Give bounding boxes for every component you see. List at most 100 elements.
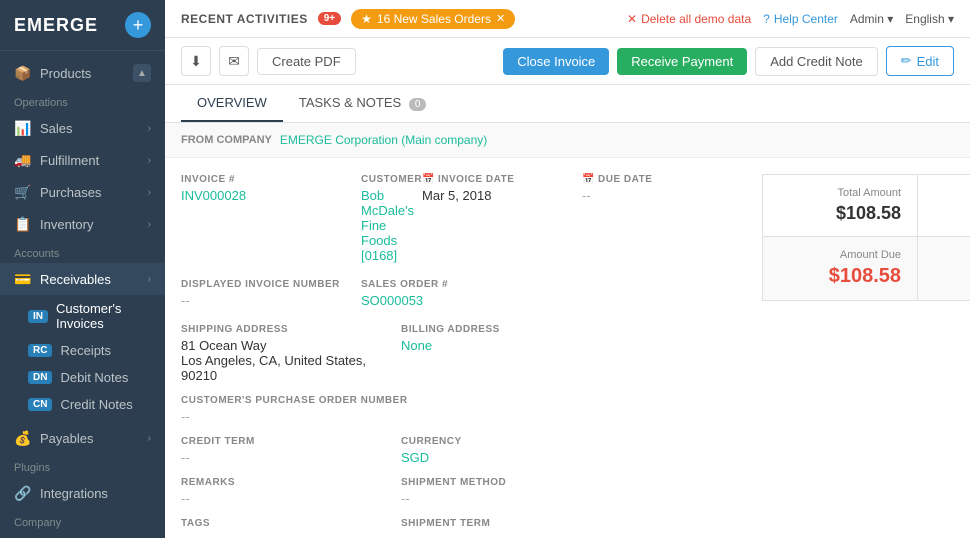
- sidebar-sub-receipts[interactable]: RC Receipts: [0, 337, 165, 364]
- displayed-invoice-label: DISPLAYED INVOICE NUMBER: [181, 279, 361, 290]
- edit-icon: ✏: [901, 53, 912, 69]
- plugins-section-label: Plugins: [0, 454, 165, 477]
- invoice-row-3: SHIPPING ADDRESS 81 Ocean Way Los Angele…: [181, 324, 742, 383]
- download-button[interactable]: ⬇: [181, 46, 211, 76]
- shipping-line2: Los Angeles, CA, United States, 90210: [181, 353, 401, 383]
- sidebar-sub-customer-invoices[interactable]: IN Customer's Invoices: [0, 295, 165, 337]
- purchase-order-value: --: [181, 409, 742, 424]
- sales-icon: 📊: [14, 119, 32, 137]
- from-company-link[interactable]: EMERGE Corporation (Main company): [280, 133, 487, 147]
- due-date-value: --: [582, 188, 742, 203]
- sidebar-item-fulfillment[interactable]: 🚚 Fulfillment ›: [0, 144, 165, 176]
- sidebar-sub-credit-notes[interactable]: CN Credit Notes: [0, 391, 165, 418]
- delete-demo-link[interactable]: ✕ Delete all demo data: [627, 12, 751, 26]
- sales-order-field: SALES ORDER # SO000053: [361, 279, 742, 308]
- receive-payment-button[interactable]: Receive Payment: [617, 48, 747, 75]
- shipment-term-label: SHIPMENT TERM: [401, 518, 742, 529]
- sidebar-item-company-settings[interactable]: ⚙️ Company Settings: [0, 532, 165, 538]
- purchases-icon: 🛒: [14, 183, 32, 201]
- credit-term-field: CREDIT TERM --: [181, 436, 401, 465]
- currency-field: CURRENCY SGD: [401, 436, 742, 465]
- sidebar-item-inventory[interactable]: 📋 Inventory ›: [0, 208, 165, 240]
- receipts-label: Receipts: [60, 343, 111, 358]
- sidebar-item-receivables[interactable]: 💳 Receivables ›: [0, 263, 165, 295]
- due-date-label: 📅 DUE DATE: [582, 174, 742, 185]
- sidebar-nav: 📦 Products ▲ Operations 📊 Sales › 🚚 Fulf…: [0, 51, 165, 538]
- amount-due-cell: Amount Due $108.58: [763, 237, 917, 300]
- tab-overview[interactable]: OVERVIEW: [181, 85, 283, 122]
- email-button[interactable]: ✉: [219, 46, 249, 76]
- shipment-method-field: SHIPMENT METHOD --: [401, 477, 742, 506]
- help-center-link[interactable]: ? Help Center: [763, 12, 838, 26]
- currency-value[interactable]: SGD: [401, 450, 742, 465]
- sidebar-item-sales[interactable]: 📊 Sales ›: [0, 112, 165, 144]
- edit-button[interactable]: ✏ Edit: [886, 46, 954, 76]
- total-amount-cell: Total Amount $108.58: [763, 175, 917, 236]
- sales-order-value[interactable]: SO000053: [361, 293, 742, 308]
- currency-label: CURRENCY: [401, 436, 742, 447]
- from-company-label: FROM COMPANY: [181, 134, 272, 146]
- close-badge-icon[interactable]: ✕: [496, 12, 505, 25]
- collapse-products-btn[interactable]: ▲: [133, 64, 151, 82]
- due-date-field: 📅 DUE DATE --: [582, 174, 742, 263]
- invoice-date-field: 📅 INVOICE DATE Mar 5, 2018: [422, 174, 582, 263]
- products-icon: 📦: [14, 64, 32, 82]
- add-credit-note-button[interactable]: Add Credit Note: [755, 47, 878, 76]
- sidebar-item-purchases[interactable]: 🛒 Purchases ›: [0, 176, 165, 208]
- recent-activities-title: RECENT ACTIVITIES: [181, 12, 308, 26]
- receivables-chevron: ›: [148, 274, 151, 285]
- content-area: FROM COMPANY EMERGE Corporation (Main co…: [165, 123, 970, 538]
- fulfillment-chevron: ›: [148, 155, 151, 166]
- total-received-cell: Total Received $0.00: [917, 175, 970, 236]
- language-menu[interactable]: English ▾: [905, 12, 954, 26]
- help-icon: ?: [763, 12, 770, 26]
- invoice-row-5: CREDIT TERM -- CURRENCY SGD: [181, 436, 742, 465]
- sidebar-item-integrations-label: Integrations: [40, 486, 151, 501]
- topbar: RECENT ACTIVITIES 9+ ★ 16 New Sales Orde…: [165, 0, 970, 38]
- invoice-fields: INVOICE # INV000028 CUSTOMER Bob McDale'…: [181, 174, 742, 538]
- admin-menu[interactable]: Admin ▾: [850, 12, 893, 26]
- x-icon: ✕: [627, 12, 637, 26]
- shipment-term-field: SHIPMENT TERM --: [401, 518, 742, 538]
- amounts-panel: Total Amount $108.58 Total Received $0.0…: [762, 174, 970, 538]
- customer-value[interactable]: Bob McDale's Fine Foods [0168]: [361, 188, 422, 263]
- email-icon: ✉: [228, 53, 240, 70]
- days-overdue-label: Days Overdue: [934, 249, 970, 261]
- remarks-value: --: [181, 491, 401, 506]
- sidebar-item-payables[interactable]: 💰 Payables ›: [0, 422, 165, 454]
- credit-notes-label: Credit Notes: [60, 397, 132, 412]
- close-invoice-button[interactable]: Close Invoice: [503, 48, 609, 75]
- amount-due-value: $108.58: [779, 265, 901, 288]
- days-overdue-value: --: [934, 265, 970, 286]
- shipment-term-value: --: [401, 532, 742, 538]
- sidebar-sub-debit-notes[interactable]: DN Debit Notes: [0, 364, 165, 391]
- create-pdf-button[interactable]: Create PDF: [257, 48, 356, 75]
- payables-icon: 💰: [14, 429, 32, 447]
- tags-value: --: [181, 532, 401, 538]
- sales-orders-badge[interactable]: ★ 16 New Sales Orders ✕: [351, 9, 515, 29]
- credit-term-label: CREDIT TERM: [181, 436, 401, 447]
- sidebar-item-integrations[interactable]: 🔗 Integrations: [0, 477, 165, 509]
- integrations-icon: 🔗: [14, 484, 32, 502]
- sidebar-item-purchases-label: Purchases: [40, 185, 140, 200]
- sidebar-item-products[interactable]: 📦 Products ▲: [0, 57, 165, 89]
- total-amount-label: Total Amount: [779, 187, 901, 199]
- total-received-value: $0.00: [934, 203, 970, 224]
- fulfillment-icon: 🚚: [14, 151, 32, 169]
- days-overdue-cell: Days Overdue --: [917, 237, 970, 300]
- tab-tasks-notes[interactable]: TASKS & NOTES 0: [283, 85, 443, 122]
- billing-address-value[interactable]: None: [401, 338, 742, 353]
- sidebar-item-fulfillment-label: Fulfillment: [40, 153, 140, 168]
- shipping-line1: 81 Ocean Way: [181, 338, 401, 353]
- add-button[interactable]: +: [125, 12, 151, 38]
- amounts-row-1: Total Amount $108.58 Total Received $0.0…: [763, 175, 970, 237]
- tags-field: TAGS --: [181, 518, 401, 538]
- invoice-number-value[interactable]: INV000028: [181, 188, 361, 203]
- purchase-order-label: CUSTOMER'S PURCHASE ORDER NUMBER: [181, 395, 742, 406]
- invoice-row-6: REMARKS -- SHIPMENT METHOD --: [181, 477, 742, 506]
- calendar-icon: 📅: [422, 174, 435, 185]
- amounts-row-2: Amount Due $108.58 Days Overdue --: [763, 237, 970, 300]
- operations-section-label: Operations: [0, 89, 165, 112]
- amounts-grid: Total Amount $108.58 Total Received $0.0…: [762, 174, 970, 301]
- sidebar-item-payables-label: Payables: [40, 431, 140, 446]
